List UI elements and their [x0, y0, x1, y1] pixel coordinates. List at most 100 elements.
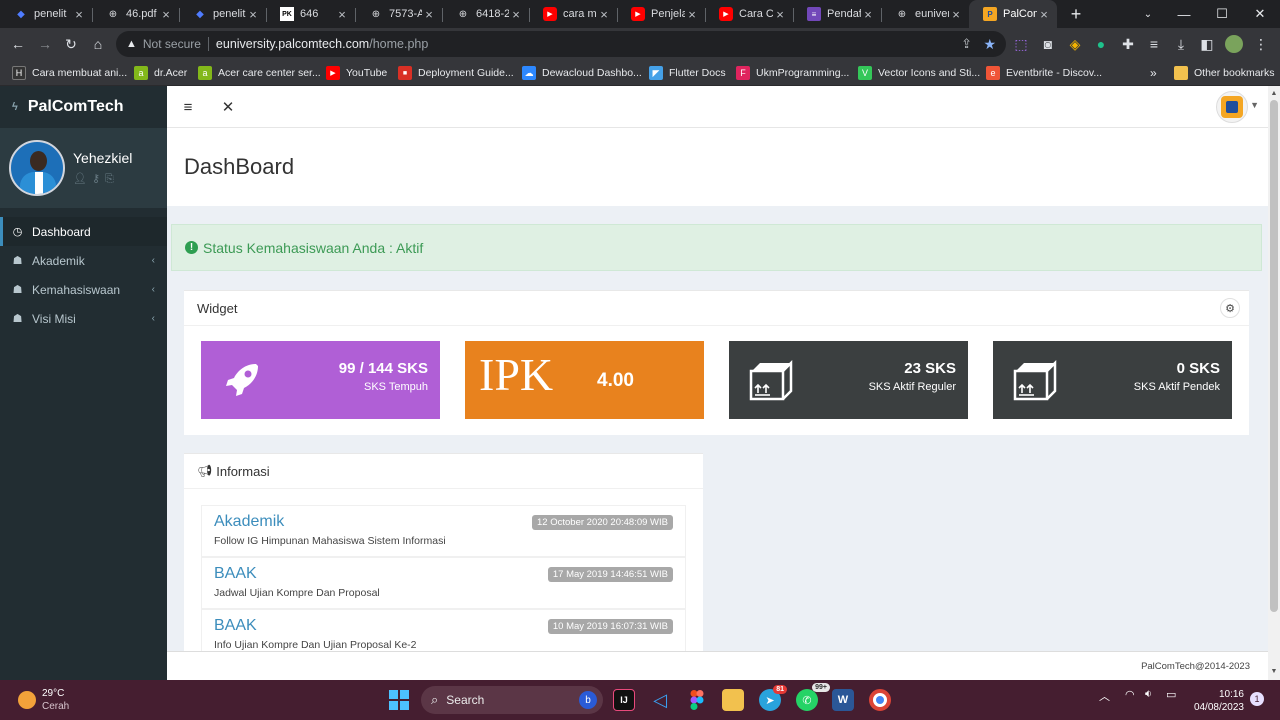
figma-icon[interactable] — [686, 689, 708, 711]
bookmark-item[interactable]: e Eventbrite - Discov... — [986, 65, 1102, 81]
logout-icon[interactable]: ⎘ — [105, 173, 119, 185]
tools-icon[interactable]: ✕ — [218, 97, 238, 117]
word-icon[interactable]: W — [832, 689, 854, 711]
nav-user-avatar[interactable] — [1216, 91, 1248, 123]
bookmark-item[interactable]: H Cara membuat ani... — [12, 65, 127, 81]
info-desc: Info Ujian Kompre Dan Ujian Proposal Ke-… — [214, 639, 417, 651]
date-badge: 12 October 2020 20:48:09 WIB — [532, 515, 673, 530]
page-scrollbar[interactable]: ▲ ▼ — [1268, 86, 1280, 680]
file-explorer-icon[interactable] — [722, 689, 744, 711]
browser-tab[interactable]: ⊕ euniver × — [881, 0, 969, 28]
close-tab-icon[interactable]: × — [597, 7, 611, 22]
info-title[interactable]: Akademik — [214, 513, 284, 531]
vscode-icon[interactable]: ◁ — [649, 689, 671, 711]
close-tab-icon[interactable]: × — [159, 7, 173, 22]
info-title[interactable]: BAAK — [214, 565, 257, 583]
minimize-icon[interactable]: — — [1166, 0, 1202, 28]
telegram-icon[interactable]: ➤ 81 — [759, 685, 787, 711]
reading-list-icon[interactable]: ≡ — [1143, 33, 1165, 55]
profile-icon[interactable]: 👤︎ — [73, 173, 92, 185]
tray-overflow-icon[interactable]: ︿ — [1099, 688, 1110, 704]
browser-tab[interactable]: ◆ penelit × — [179, 0, 266, 28]
grammarly-icon[interactable]: ● — [1090, 33, 1112, 55]
sidebar-item-visi-misi[interactable]: ☗ Visi Misi ‹ — [0, 304, 167, 333]
address-bar[interactable]: ▲ Not secure euniversity.palcomtech.com/… — [116, 31, 1006, 57]
list-item[interactable]: Akademik Follow IG Himpunan Mahasiswa Si… — [201, 505, 686, 557]
download-icon[interactable]: ⤓ — [1170, 33, 1192, 55]
close-tab-icon[interactable]: × — [685, 7, 699, 22]
sidebar-item-kemahasiswaan[interactable]: ☗ Kemahasiswaan ‹ — [0, 275, 167, 304]
browser-tab[interactable]: ▶ cara me × — [529, 0, 617, 28]
whatsapp-icon[interactable]: ✆ 99+ — [796, 683, 830, 711]
bookmark-item[interactable]: ☁ Dewacloud Dashbo... — [522, 65, 642, 81]
screenshot-icon[interactable]: ⬚ — [1010, 33, 1032, 55]
bookmark-item[interactable]: ◤ Flutter Docs — [649, 65, 726, 81]
menu-dots-icon[interactable]: ⋮ — [1250, 33, 1272, 55]
close-tab-icon[interactable]: × — [335, 7, 349, 22]
bookmark-item[interactable]: F UkmProgramming... — [736, 65, 849, 81]
list-item[interactable]: BAAK Jadwal Ujian Kompre Dan Proposal 17… — [201, 557, 686, 609]
gear-icon[interactable]: ⚙ — [1220, 298, 1240, 318]
sidebar-item-dashboard[interactable]: ◷ Dashboard — [0, 217, 167, 246]
browser-tab[interactable]: ≡ Pendaft × — [793, 0, 881, 28]
brand-logo[interactable]: ϟ PalComTech — [0, 86, 167, 128]
taskbar-search[interactable]: ⌕ Search b — [421, 686, 603, 714]
extensions-icon[interactable]: ✚ — [1117, 33, 1139, 55]
reload-icon[interactable]: ↻ — [60, 33, 82, 55]
maximize-icon[interactable]: ☐ — [1204, 0, 1240, 28]
close-tab-icon[interactable]: × — [949, 7, 963, 22]
browser-tab[interactable]: ◆ penelit × — [0, 0, 92, 28]
dashboard-icon: ◷ — [12, 226, 23, 238]
key-icon[interactable]: ⚷ — [92, 173, 105, 185]
tab-search-icon[interactable]: ⌄ — [1130, 0, 1166, 28]
bookmark-item[interactable]: V Vector Icons and Sti... — [858, 65, 980, 81]
camera-icon[interactable]: ◙ — [1037, 33, 1059, 55]
bookmarks-overflow-icon[interactable]: » — [1150, 65, 1157, 81]
close-tab-icon[interactable]: × — [1037, 7, 1051, 22]
start-windows-icon[interactable] — [388, 689, 410, 711]
chevron-down-icon[interactable]: ▼ — [1250, 100, 1259, 110]
boxes-icon — [745, 355, 795, 405]
home-icon[interactable]: ⌂ — [87, 33, 109, 55]
volume-icon[interactable]: 🔉︎ — [1145, 688, 1152, 701]
system-clock[interactable]: 10:16 04/08/2023 — [1190, 688, 1244, 714]
browser-tab[interactable]: ▶ Cara Ce × — [705, 0, 793, 28]
top-navbar: ≡ ✕ ▼ — [167, 86, 1268, 128]
close-tab-icon[interactable]: × — [861, 7, 875, 22]
close-tab-icon[interactable]: × — [509, 7, 523, 22]
browser-tab[interactable]: ⊕ 6418-2 × — [442, 0, 529, 28]
close-tab-icon[interactable]: × — [422, 7, 436, 22]
forward-icon[interactable]: → — [34, 33, 56, 55]
weather-widget[interactable]: 29°C Cerah — [18, 687, 69, 713]
back-icon[interactable]: ← — [7, 33, 29, 55]
close-tab-icon[interactable]: × — [72, 7, 86, 22]
bookmark-item[interactable]: a Acer care center ser... — [198, 65, 321, 81]
bookmark-star-icon[interactable]: ★ — [983, 36, 996, 53]
avatar — [9, 140, 65, 196]
bookmark-item[interactable]: ▶ YouTube — [326, 65, 387, 81]
share-icon[interactable]: ⇪ — [961, 36, 972, 52]
sidebar-item-akademik[interactable]: ☗ Akademik ‹ — [0, 246, 167, 275]
profile-avatar-icon[interactable] — [1223, 33, 1245, 55]
chrome-icon[interactable] — [869, 689, 891, 711]
info-title[interactable]: BAAK — [214, 617, 257, 635]
side-panel-icon[interactable]: ◧ — [1196, 33, 1218, 55]
notification-badge[interactable]: 1 — [1250, 692, 1264, 706]
bookmark-item[interactable]: a dr.Acer — [134, 65, 187, 81]
browser-tab[interactable]: ⊕ 46.pdf × — [92, 0, 179, 28]
other-bookmarks[interactable]: Other bookmarks — [1174, 65, 1275, 81]
browser-tab[interactable]: ▶ Penjela × — [617, 0, 705, 28]
extension-colorful-icon[interactable]: ◈ — [1064, 33, 1086, 55]
browser-tab-active[interactable]: P PalCom × — [969, 0, 1057, 28]
close-window-icon[interactable]: ✕ — [1242, 0, 1278, 28]
hamburger-icon[interactable]: ≡ — [178, 97, 198, 117]
close-tab-icon[interactable]: × — [773, 7, 787, 22]
browser-tab[interactable]: PK 646 × — [266, 0, 355, 28]
battery-icon[interactable]: ▭ — [1166, 688, 1176, 701]
new-tab-button[interactable]: + — [1058, 0, 1094, 28]
browser-tab[interactable]: ⊕ 7573-A × — [355, 0, 442, 28]
close-tab-icon[interactable]: × — [246, 7, 260, 22]
wifi-icon[interactable]: ◠ — [1125, 688, 1135, 701]
intellij-icon[interactable]: IJ — [613, 689, 635, 711]
bookmark-item[interactable]: ■ Deployment Guide... — [398, 65, 514, 81]
